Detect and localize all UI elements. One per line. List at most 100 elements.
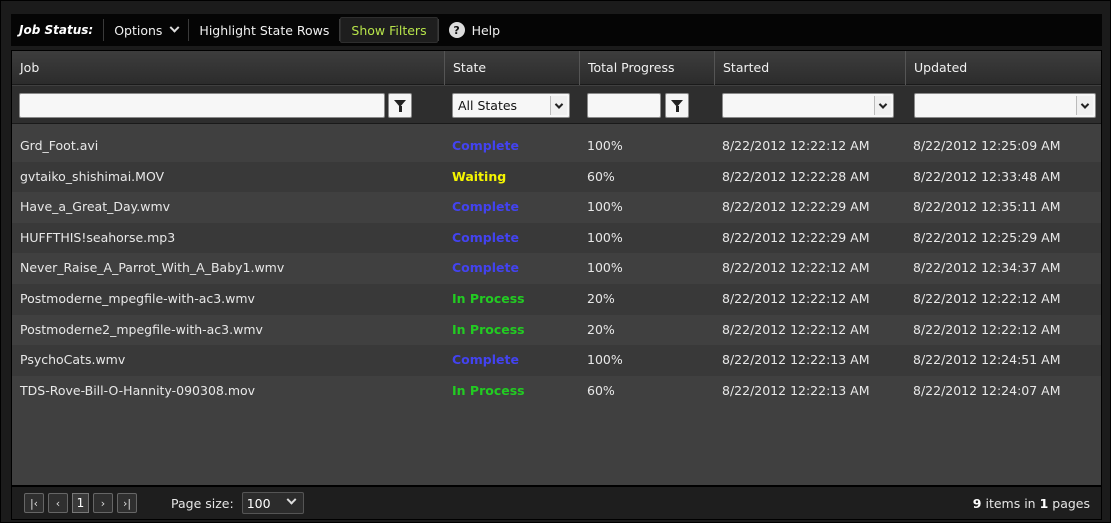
- job-filter-input[interactable]: [19, 93, 385, 118]
- column-header-job[interactable]: Job: [12, 51, 444, 85]
- chevron-down-icon: [874, 96, 891, 115]
- state-cell: Waiting: [452, 168, 507, 184]
- page-size-select[interactable]: 100: [241, 492, 304, 514]
- page-size-value: 100: [246, 495, 271, 511]
- table-row[interactable]: TDS-Rove-Bill-O-Hannity-090308.mov In Pro…: [12, 376, 1101, 407]
- pages-text: pages: [1052, 495, 1090, 511]
- started-filter-select[interactable]: [722, 93, 894, 118]
- job-cell: Postmoderne2_mpegfile-with-ac3.wmv: [20, 321, 263, 337]
- started-cell: 8/22/2012 12:22:13 AM: [722, 352, 870, 368]
- table-row[interactable]: gvtaiko_shishimai.MOV Waiting 60% 8/22/2012…: [12, 161, 1101, 193]
- updated-cell: 8/22/2012 12:22:12 AM: [913, 290, 1061, 306]
- job-cell: Postmoderne_mpegfile-with-ac3.wmv: [20, 290, 255, 306]
- started-cell: 8/22/2012 12:22:29 AM: [722, 229, 870, 245]
- grid-header: Job State Total Progress Started Updated: [12, 51, 1101, 85]
- started-cell: 8/22/2012 12:22:12 AM: [722, 290, 870, 306]
- page-number-1[interactable]: 1: [72, 493, 89, 513]
- items-text: items in: [985, 495, 1036, 511]
- job-status-panel: Job Status: Options Highlight State Rows…: [0, 0, 1111, 523]
- updated-filter-select[interactable]: [914, 93, 1096, 118]
- pages-count: 1: [1039, 495, 1049, 511]
- started-cell: 8/22/2012 12:22:13 AM: [722, 382, 870, 398]
- progress-cell: 100%: [587, 199, 623, 215]
- state-cell: In Process: [452, 290, 525, 306]
- next-page-button[interactable]: ›: [93, 493, 113, 513]
- table-row[interactable]: HUFFTHIS!seahorse.mp3 Complete 100% 8/22/20…: [12, 222, 1101, 254]
- filter-icon: [671, 100, 683, 112]
- started-cell: 8/22/2012 12:22:12 AM: [722, 260, 870, 276]
- progress-cell: 100%: [587, 229, 623, 245]
- updated-cell: 8/22/2012 12:25:29 AM: [913, 229, 1061, 245]
- state-cell: Complete: [452, 138, 519, 153]
- job-cell: TDS-Rove-Bill-O-Hannity-090308.mov: [20, 382, 256, 398]
- first-page-button[interactable]: |‹: [24, 493, 44, 513]
- state-cell: Complete: [452, 229, 519, 245]
- filter-icon: [394, 100, 406, 112]
- job-cell: gvtaiko_shishimai.MOV: [20, 168, 165, 184]
- table-row[interactable]: Never_Raise_A_Parrot_With_A_Baby1.wmv Com…: [12, 253, 1101, 284]
- column-header-state[interactable]: State: [444, 51, 579, 85]
- progress-cell: 20%: [587, 321, 615, 337]
- highlight-state-rows-button[interactable]: Highlight State Rows: [189, 17, 339, 43]
- state-cell: In Process: [452, 382, 525, 398]
- table-row[interactable]: PsychoCats.wmv Complete 100% 8/22/2012 12:2…: [12, 345, 1101, 376]
- progress-filter-button[interactable]: [665, 93, 689, 118]
- column-header-updated[interactable]: Updated: [905, 51, 1103, 85]
- updated-cell: 8/22/2012 12:25:09 AM: [913, 138, 1061, 153]
- state-cell: Complete: [452, 199, 519, 215]
- pager-info: 9 items in 1 pages: [973, 496, 1090, 511]
- state-cell: In Process: [452, 321, 525, 337]
- last-page-button[interactable]: ›|: [117, 493, 137, 513]
- filter-row: All States: [12, 86, 1101, 124]
- job-filter-button[interactable]: [388, 93, 412, 118]
- state-cell: Complete: [452, 260, 519, 276]
- column-header-started[interactable]: Started: [714, 51, 905, 85]
- job-cell: Have_a_Great_Day.wmv: [20, 199, 171, 215]
- progress-filter-input[interactable]: [587, 93, 661, 118]
- started-cell: 8/22/2012 12:22:12 AM: [722, 321, 870, 337]
- table-row[interactable]: Postmoderne2_mpegfile-with-ac3.wmv In Pro…: [12, 315, 1101, 346]
- help-button[interactable]: ? Help: [439, 17, 511, 43]
- updated-cell: 8/22/2012 12:22:12 AM: [913, 321, 1061, 337]
- updated-cell: 8/22/2012 12:24:51 AM: [913, 352, 1061, 368]
- help-label: Help: [471, 22, 501, 38]
- chevron-down-icon: [1076, 96, 1093, 115]
- grid-body: Grd_Foot.avi Complete 100% 8/22/2012 12:22:…: [12, 131, 1101, 406]
- page-size-label: Page size:: [171, 495, 234, 511]
- table-row[interactable]: Postmoderne_mpegfile-with-ac3.wmv In Proc…: [12, 283, 1101, 315]
- chevron-down-icon: [286, 494, 297, 505]
- last-page-icon: ›|: [122, 496, 132, 510]
- progress-cell: 20%: [587, 290, 615, 306]
- job-cell: Never_Raise_A_Parrot_With_A_Baby1.wmv: [20, 260, 285, 276]
- job-cell: PsychoCats.wmv: [20, 352, 126, 368]
- progress-cell: 60%: [587, 168, 615, 184]
- toolbar: Job Status: Options Highlight State Rows…: [11, 14, 1102, 46]
- updated-cell: 8/22/2012 12:34:37 AM: [913, 260, 1061, 276]
- first-page-icon: |‹: [29, 496, 39, 510]
- jobs-grid: Job State Total Progress Started Updated…: [11, 50, 1102, 486]
- job-cell: Grd_Foot.avi: [20, 138, 99, 153]
- table-row[interactable]: Have_a_Great_Day.wmv Complete 100% 8/22/201…: [12, 192, 1101, 223]
- progress-cell: 100%: [587, 138, 623, 153]
- options-label: Options: [114, 22, 163, 38]
- options-menu-button[interactable]: Options: [104, 17, 188, 43]
- state-filter-select[interactable]: All States: [452, 93, 570, 118]
- table-row[interactable]: Grd_Foot.avi Complete 100% 8/22/2012 12:22:…: [12, 131, 1101, 162]
- column-header-total-progress[interactable]: Total Progress: [579, 51, 714, 85]
- updated-cell: 8/22/2012 12:35:11 AM: [913, 199, 1061, 215]
- help-icon: ?: [448, 22, 465, 38]
- updated-cell: 8/22/2012 12:24:07 AM: [913, 382, 1061, 398]
- state-filter-value: All States: [458, 98, 518, 113]
- job-cell: HUFFTHIS!seahorse.mp3: [20, 229, 176, 245]
- show-filters-button[interactable]: Show Filters: [340, 17, 438, 43]
- chevron-down-icon: [550, 96, 567, 115]
- chevron-down-icon: [169, 22, 180, 33]
- progress-cell: 60%: [587, 382, 615, 398]
- previous-page-button[interactable]: ‹: [48, 493, 68, 513]
- next-page-icon: ›: [100, 496, 106, 510]
- updated-cell: 8/22/2012 12:33:48 AM: [913, 168, 1061, 184]
- previous-page-icon: ‹: [55, 496, 61, 510]
- progress-cell: 100%: [587, 352, 623, 368]
- toolbar-title: Job Status:: [19, 23, 94, 37]
- started-cell: 8/22/2012 12:22:12 AM: [722, 138, 870, 153]
